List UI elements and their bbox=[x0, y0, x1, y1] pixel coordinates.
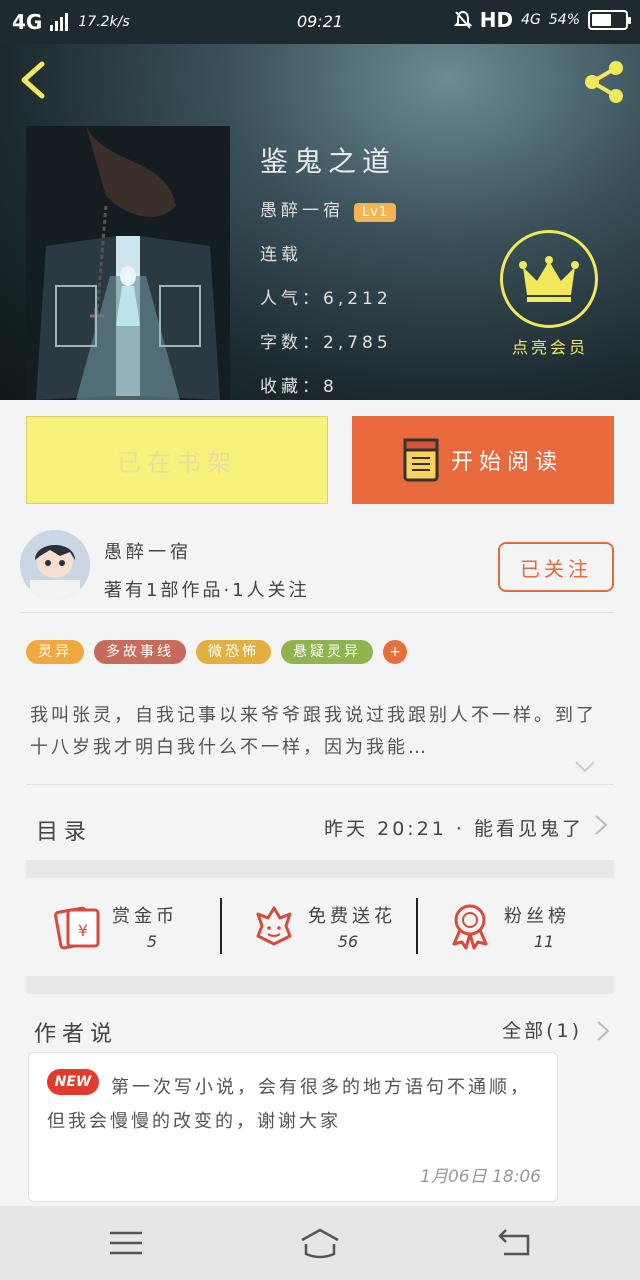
avatar[interactable] bbox=[20, 530, 90, 600]
battery-percent: 54% bbox=[548, 12, 580, 28]
author-stats: 著有1部作品·1人关注 bbox=[104, 580, 310, 601]
back-arrow-icon[interactable] bbox=[16, 60, 52, 100]
start-reading-label: 开始阅读 bbox=[450, 450, 563, 475]
follow-button[interactable]: 已关注 bbox=[498, 542, 614, 592]
send-flower-button[interactable]: 免费送花 56 bbox=[222, 880, 418, 972]
battery-icon bbox=[588, 10, 631, 30]
status-bar: 4G 17.2k/s 09:21 HD 4G 54% bbox=[0, 0, 640, 44]
hd-indicator: HD bbox=[479, 8, 514, 32]
network-indicator-2: 4G bbox=[521, 12, 541, 28]
book-header: 鉴鬼之道 愚醉一宿 Lv1 连载 人气：6,212 字数：2,785 收藏：8 点… bbox=[0, 44, 640, 400]
chevron-right-icon[interactable] bbox=[596, 1020, 610, 1042]
section-separator bbox=[26, 860, 614, 878]
vip-button[interactable]: 点亮会员 bbox=[500, 230, 600, 357]
medal-icon bbox=[452, 904, 488, 950]
author-note-card[interactable]: 第一次写小说，会有很多的地方语句不通顺，但我会慢慢的改变的，谢谢大家 NEW 1… bbox=[28, 1052, 558, 1202]
divider bbox=[20, 612, 614, 613]
book-icon bbox=[403, 438, 439, 482]
stat-value: 5 bbox=[146, 932, 158, 951]
home-icon[interactable] bbox=[298, 1226, 342, 1260]
back-icon[interactable] bbox=[496, 1226, 536, 1260]
stat-name: 免费送花 bbox=[308, 906, 396, 927]
author-says-all-label: 全部(1) bbox=[502, 1020, 582, 1042]
in-bookshelf-label: 已在书架 bbox=[117, 448, 237, 477]
book-favorites: 收藏：8 bbox=[260, 377, 338, 397]
book-cover-image[interactable] bbox=[26, 126, 230, 400]
author-note-time: 1月06日 18:06 bbox=[420, 1167, 541, 1187]
tag-list: 灵异 多故事线 微恐怖 悬疑灵异 + bbox=[26, 640, 407, 664]
book-title: 鉴鬼之道 bbox=[260, 145, 397, 178]
chevron-down-icon[interactable] bbox=[574, 760, 596, 774]
book-popularity: 人气：6,212 bbox=[260, 289, 392, 309]
crown-icon bbox=[519, 256, 579, 302]
author-note-text: 第一次写小说，会有很多的地方语句不通顺，但我会慢慢的改变的，谢谢大家 bbox=[47, 1077, 531, 1132]
stat-name: 赏金币 bbox=[112, 906, 178, 927]
latest-chapter: 昨天 20:21 · 能看见鬼了 bbox=[324, 818, 584, 840]
author-says-all-link[interactable]: 全部(1) bbox=[502, 1016, 582, 1043]
crown-badge bbox=[500, 230, 598, 328]
start-reading-button[interactable]: 开始阅读 bbox=[352, 416, 614, 504]
follow-label: 已关注 bbox=[520, 556, 592, 581]
book-status: 连载 bbox=[260, 245, 302, 265]
tag-item[interactable]: 微恐怖 bbox=[196, 640, 271, 664]
stat-value: 56 bbox=[337, 932, 359, 951]
author-name[interactable]: 愚醉一宿 bbox=[104, 538, 192, 564]
mute-bell-icon bbox=[453, 10, 472, 29]
author-level-badge: Lv1 bbox=[354, 203, 397, 222]
share-icon[interactable] bbox=[580, 58, 628, 106]
svg-text:¥: ¥ bbox=[78, 921, 88, 940]
table-of-contents-row[interactable]: 目录 昨天 20:21 · 能看见鬼了 bbox=[26, 800, 614, 852]
more-tags-button[interactable]: + bbox=[383, 640, 407, 664]
flower-icon bbox=[256, 906, 292, 946]
section-separator bbox=[26, 976, 614, 994]
synopsis-text: 我叫张灵，自我记事以来爷爷跟我说过我跟别人不一样。到了十八岁我才明白我什么不一样… bbox=[30, 705, 597, 758]
system-nav-bar bbox=[0, 1206, 640, 1280]
stat-value: 11 bbox=[533, 932, 555, 951]
menu-icon[interactable] bbox=[106, 1226, 146, 1260]
in-bookshelf-button[interactable]: 已在书架 bbox=[26, 416, 328, 504]
avatar-image bbox=[20, 530, 90, 600]
divider bbox=[26, 784, 614, 785]
stat-name: 粉丝榜 bbox=[504, 906, 570, 927]
chevron-right-icon bbox=[595, 815, 608, 835]
book-author: 愚醉一宿 Lv1 bbox=[260, 196, 397, 222]
vip-label: 点亮会员 bbox=[511, 338, 588, 357]
book-author-name[interactable]: 愚醉一宿 bbox=[260, 201, 344, 221]
fan-ranking-button[interactable]: 粉丝榜 11 bbox=[418, 880, 614, 972]
cover-art bbox=[26, 126, 230, 400]
author-says-title: 作者说 bbox=[34, 1022, 119, 1047]
book-word-count: 字数：2,785 bbox=[260, 333, 392, 353]
new-badge: NEW bbox=[47, 1069, 99, 1095]
reward-coins-button[interactable]: ¥ 赏金币 5 bbox=[26, 880, 222, 972]
red-envelope-icon: ¥ bbox=[54, 906, 100, 950]
reward-stats: ¥ 赏金币 5 免费送花 56 粉丝榜 11 bbox=[26, 880, 614, 972]
toc-label: 目录 bbox=[36, 820, 93, 845]
tag-item[interactable]: 悬疑灵异 bbox=[281, 640, 373, 664]
tag-item[interactable]: 灵异 bbox=[26, 640, 84, 664]
tag-item[interactable]: 多故事线 bbox=[94, 640, 186, 664]
